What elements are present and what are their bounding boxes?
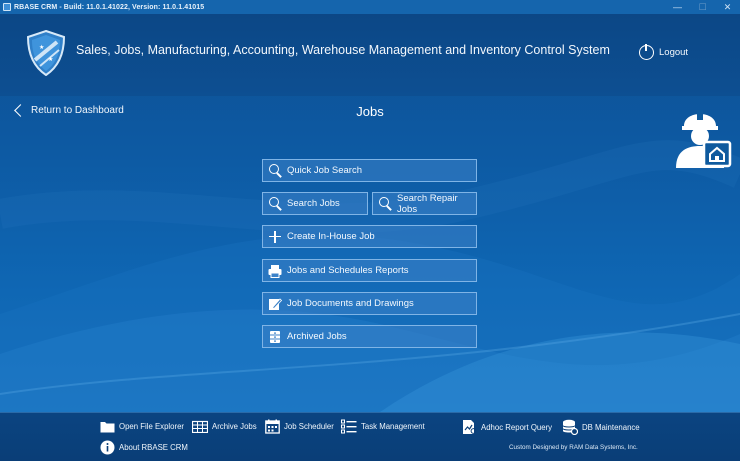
report-query-icon: [463, 420, 477, 434]
plus-icon: [268, 230, 282, 244]
svg-text:★: ★: [39, 44, 44, 51]
job-scheduler-label: Job Scheduler: [284, 422, 334, 431]
calendar-icon: [265, 419, 280, 434]
construction-worker-icon: [676, 110, 732, 168]
task-management-label: Task Management: [361, 422, 425, 431]
logout-button[interactable]: Logout: [639, 44, 689, 60]
task-management-link[interactable]: Task Management: [341, 419, 425, 434]
maximize-button[interactable]: ☐: [690, 0, 715, 14]
window-titlebar: RBASE CRM - Build: 11.0.1.41022, Version…: [0, 0, 740, 14]
adhoc-report-query-label: Adhoc Report Query: [481, 422, 553, 432]
archived-jobs-label: Archived Jobs: [287, 331, 347, 342]
footer-toolbar: Open File Explorer Archive Jobs Job Sche…: [0, 412, 740, 461]
app-icon: [3, 3, 11, 11]
search-jobs-label: Search Jobs: [287, 198, 340, 209]
task-list-icon: [341, 419, 357, 434]
app-header-title: Sales, Jobs, Manufacturing, Accounting, …: [76, 43, 610, 57]
app-header: ★ ★ Sales, Jobs, Manufacturing, Accounti…: [0, 14, 740, 96]
adhoc-report-query-link[interactable]: Adhoc Report Query: [462, 419, 552, 435]
archive-grid-icon: [192, 420, 208, 433]
db-maintenance-label: DB Maintenance: [582, 422, 640, 432]
job-documents-drawings-button[interactable]: Job Documents and Drawings: [262, 292, 477, 315]
printer-icon: [268, 264, 282, 278]
archive-jobs-label: Archive Jobs: [212, 422, 257, 431]
archive-jobs-link[interactable]: Archive Jobs: [192, 420, 257, 433]
logout-label: Logout: [659, 47, 689, 58]
minimize-button[interactable]: —: [665, 0, 690, 14]
about-link[interactable]: About RBASE CRM: [100, 440, 188, 455]
document-edit-icon: [269, 297, 282, 310]
database-gear-icon: [562, 419, 578, 435]
create-in-house-job-button[interactable]: Create In-House Job: [262, 225, 477, 248]
window-title: RBASE CRM - Build: 11.0.1.41022, Version…: [14, 3, 205, 11]
search-icon: [378, 196, 392, 211]
job-scheduler-link[interactable]: Job Scheduler: [265, 419, 334, 434]
search-jobs-button[interactable]: Search Jobs: [262, 192, 368, 215]
shield-logo-icon: ★ ★: [26, 30, 66, 76]
page-title: Jobs: [356, 104, 384, 119]
credit-text: Custom Designed by RAM Data Systems, Inc…: [509, 444, 638, 451]
search-icon: [268, 196, 282, 211]
search-icon: [268, 163, 282, 178]
search-repair-jobs-button[interactable]: Search Repair Jobs: [372, 192, 477, 215]
db-maintenance-link[interactable]: DB Maintenance: [562, 419, 640, 435]
return-to-dashboard-label: Return to Dashboard: [31, 105, 124, 116]
svg-text:★: ★: [48, 56, 53, 63]
folder-icon: [100, 422, 115, 433]
open-file-explorer-label: Open File Explorer: [119, 422, 185, 431]
main-area: ★ ★ Sales, Jobs, Manufacturing, Accounti…: [0, 14, 740, 412]
archived-jobs-button[interactable]: Archived Jobs: [262, 325, 477, 348]
quick-job-search-label: Quick Job Search: [287, 165, 362, 176]
job-documents-drawings-label: Job Documents and Drawings: [287, 298, 414, 309]
jobs-schedules-reports-button[interactable]: Jobs and Schedules Reports: [262, 259, 477, 282]
chevron-left-icon: [14, 104, 27, 117]
info-icon: [100, 440, 115, 455]
search-repair-jobs-label: Search Repair Jobs: [397, 192, 458, 215]
quick-job-search-button[interactable]: Quick Job Search: [262, 159, 477, 182]
about-label: About RBASE CRM: [119, 443, 188, 452]
create-in-house-job-label: Create In-House Job: [287, 231, 375, 242]
return-to-dashboard-link[interactable]: Return to Dashboard: [12, 104, 124, 117]
window-controls: — ☐ ✕: [665, 0, 740, 14]
archive-cabinet-icon: [270, 330, 280, 343]
open-file-explorer-link[interactable]: Open File Explorer: [100, 420, 184, 433]
jobs-schedules-reports-label: Jobs and Schedules Reports: [287, 265, 409, 276]
power-icon: [639, 44, 654, 60]
close-button[interactable]: ✕: [715, 0, 740, 14]
